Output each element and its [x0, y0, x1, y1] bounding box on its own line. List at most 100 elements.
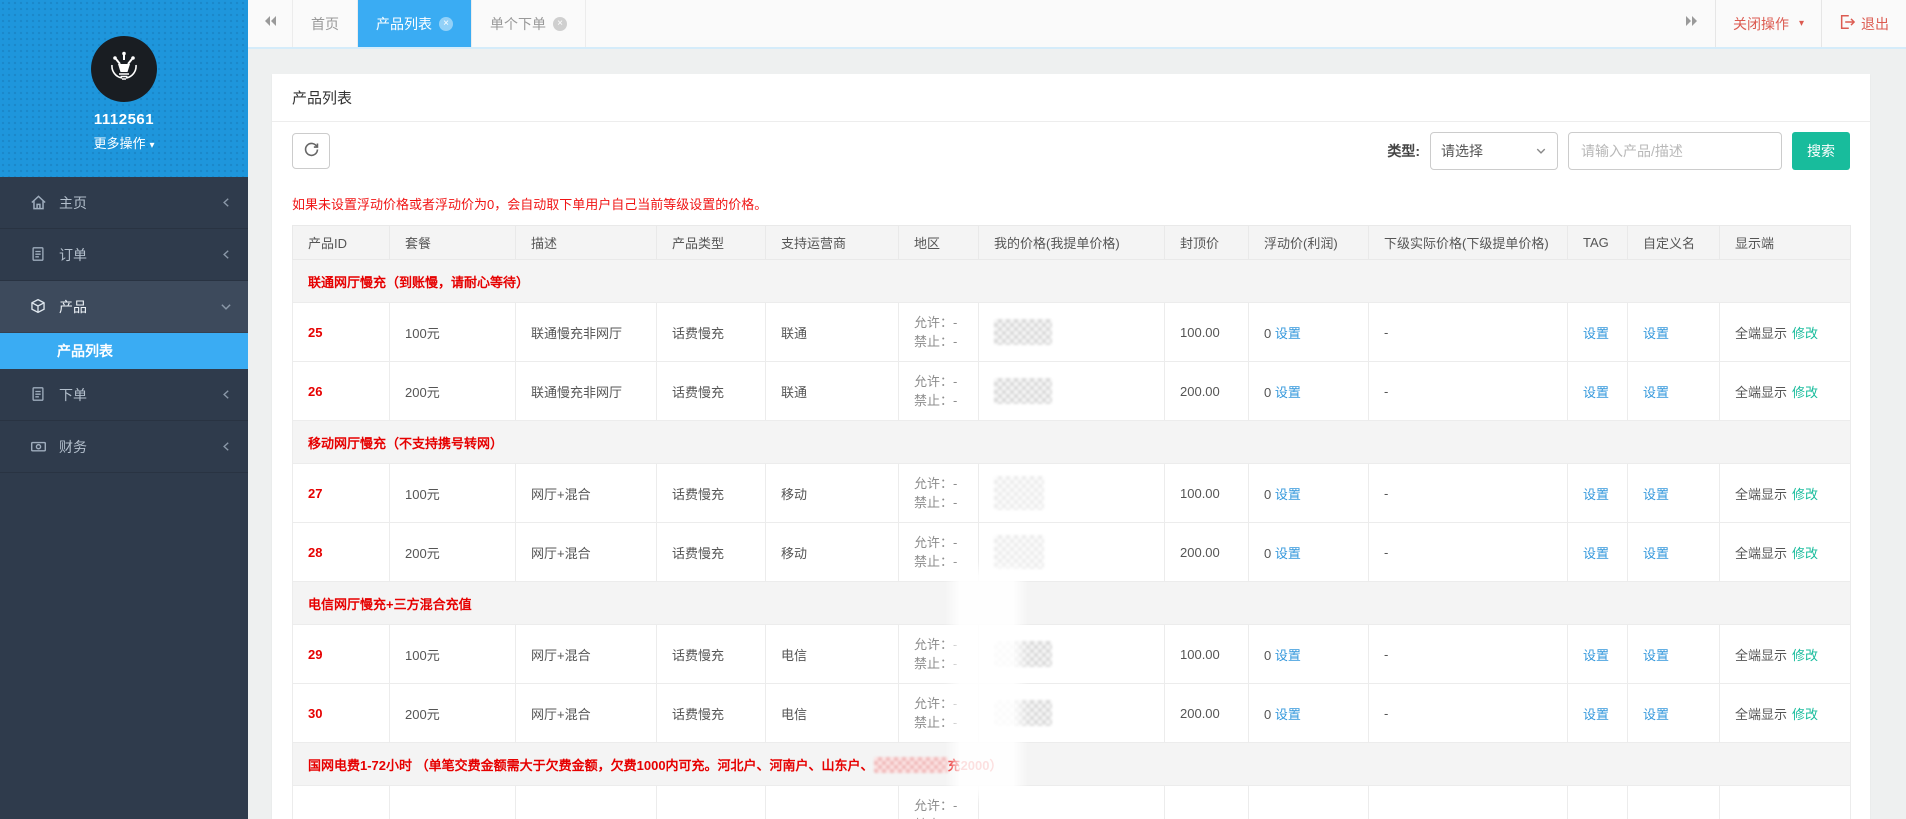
logout-button[interactable]: 退出: [1821, 0, 1906, 47]
region-cell: 允许：- 禁止：-: [898, 522, 979, 582]
content-area: 产品列表 类型: 请选择 请输入产品/描述 搜索 如果未设置浮动价格或者浮动价为…: [248, 49, 1906, 819]
tag-cell: 设置: [1567, 302, 1628, 362]
custom-name-set-link[interactable]: 设置: [1643, 546, 1669, 561]
tab-bar: 首页 产品列表 单个下单 关闭操作 退出: [248, 0, 1906, 49]
modify-display-link[interactable]: 修改: [1792, 487, 1818, 502]
search-button[interactable]: 搜索: [1792, 132, 1850, 170]
cell: [1567, 785, 1628, 819]
close-icon[interactable]: [439, 16, 453, 31]
tag-set-link[interactable]: 设置: [1583, 326, 1609, 341]
more-actions-button[interactable]: 更多操作: [0, 133, 248, 152]
table-row: 27 100元 网厅+混合 话费慢充 移动 允许：- 禁止：- 100.00 0 设置 - 设置 设置…: [292, 463, 1851, 523]
sidebar-item-label: 产品: [59, 298, 87, 315]
tabs: 首页 产品列表 单个下单: [292, 0, 586, 47]
group-row: 电信网厅慢充+三方混合充值: [292, 581, 1851, 625]
close-icon[interactable]: [553, 16, 567, 31]
group-title-suffix: 充2000）: [947, 757, 1003, 773]
scroll-tabs-right-button[interactable]: [1669, 0, 1715, 47]
set-float-link[interactable]: 设置: [1275, 487, 1301, 502]
region-cell: 允许：- 禁止：-: [898, 683, 979, 743]
modify-display-link[interactable]: 修改: [1792, 385, 1818, 400]
sidebar: 1112561 更多操作 主页订单产品产品列表下单财务: [0, 0, 248, 819]
float-price-cell: 0 设置: [1248, 361, 1369, 421]
set-float-link[interactable]: 设置: [1275, 385, 1301, 400]
custom-name-set-link[interactable]: 设置: [1643, 385, 1669, 400]
float-value: 0: [1264, 325, 1275, 341]
custom-name-set-link[interactable]: 设置: [1643, 326, 1669, 341]
column-header: 浮动价(利润): [1248, 225, 1369, 260]
search-input[interactable]: [1568, 132, 1782, 170]
region-cell: 允许：- 禁止：-: [898, 302, 979, 362]
close-actions-dropdown[interactable]: 关闭操作: [1714, 0, 1821, 47]
redacted-price: [994, 319, 1052, 345]
sub-price-cell: -: [1368, 683, 1568, 743]
redacted-price: [994, 378, 1052, 404]
logout-label: 退出: [1861, 15, 1889, 32]
carrier-cell: 联通: [765, 361, 899, 421]
type-select[interactable]: 请选择: [1430, 132, 1558, 170]
tab-单个下单[interactable]: 单个下单: [472, 0, 586, 47]
set-float-link[interactable]: 设置: [1275, 707, 1301, 722]
sidebar-item-products[interactable]: 产品: [0, 281, 248, 333]
set-float-link[interactable]: 设置: [1275, 648, 1301, 663]
tag-set-link[interactable]: 设置: [1583, 385, 1609, 400]
sidebar-item-product-list[interactable]: 产品列表: [0, 333, 248, 369]
cap-price-cell: 200.00: [1164, 683, 1249, 743]
float-price-cell: 0 设置: [1248, 522, 1369, 582]
region-allow: 允许：-: [914, 535, 958, 550]
product-type-cell: 话费慢充: [656, 302, 766, 362]
product-table: 产品ID 套餐 描述 产品类型 支持运营商 地区 我的价格(我提单价格) 封顶价 浮动价(利润)…: [292, 225, 1851, 819]
modify-display-link[interactable]: 修改: [1792, 326, 1818, 341]
my-price-cell: [978, 522, 1165, 582]
tab-首页[interactable]: 首页: [292, 0, 358, 47]
tag-set-link[interactable]: 设置: [1583, 487, 1609, 502]
region-deny: 禁止：-: [914, 334, 958, 349]
modify-display-link[interactable]: 修改: [1792, 648, 1818, 663]
user-id: 1112561: [93, 111, 155, 128]
sidebar-item-label: 财务: [59, 438, 87, 455]
product-id-cell: 28: [292, 522, 390, 582]
sidebar-item-home[interactable]: 主页: [0, 177, 248, 229]
desc-cell: 联通慢充非网厅: [515, 361, 657, 421]
cell: [1248, 785, 1369, 819]
sidebar-item-label: 订单: [59, 246, 87, 263]
column-header: 描述: [515, 225, 657, 260]
custom-name-set-link[interactable]: 设置: [1643, 648, 1669, 663]
tag-cell: 设置: [1567, 463, 1628, 523]
display-value: 全端显示: [1735, 706, 1788, 722]
tab-产品列表[interactable]: 产品列表: [358, 0, 472, 47]
redacted-price: [994, 700, 1052, 726]
table-header-row: 产品ID 套餐 描述 产品类型 支持运营商 地区 我的价格(我提单价格) 封顶价 浮动价(利润)…: [292, 225, 1851, 260]
package-cell: 100元: [389, 463, 516, 523]
custom-name-set-link[interactable]: 设置: [1643, 707, 1669, 722]
file-icon: [30, 246, 48, 264]
custom-name-set-link[interactable]: 设置: [1643, 487, 1669, 502]
tag-set-link[interactable]: 设置: [1583, 648, 1609, 663]
redacted-price: [994, 641, 1052, 667]
tab-bar-right: 关闭操作 退出: [1669, 0, 1906, 47]
my-price-cell: [978, 463, 1165, 523]
cap-price-cell: 100.00: [1164, 624, 1249, 684]
sidebar-item-label: 产品列表: [57, 343, 113, 359]
set-float-link[interactable]: 设置: [1275, 326, 1301, 341]
file-icon: [30, 386, 48, 404]
float-value: 0: [1264, 486, 1275, 502]
sidebar-item-label: 下单: [59, 386, 87, 403]
tag-set-link[interactable]: 设置: [1583, 707, 1609, 722]
modify-display-link[interactable]: 修改: [1792, 707, 1818, 722]
sidebar-item-finance[interactable]: 财务: [0, 421, 248, 473]
modify-display-link[interactable]: 修改: [1792, 546, 1818, 561]
money-icon: [30, 438, 48, 456]
sidebar-item-place-order[interactable]: 下单: [0, 369, 248, 421]
region-allow: 允许：-: [914, 798, 958, 813]
sidebar-header: 1112561 更多操作: [0, 0, 248, 177]
region-deny: 禁止：-: [914, 815, 970, 819]
package-cell: 100元: [389, 624, 516, 684]
product-list-panel: 产品列表 类型: 请选择 请输入产品/描述 搜索 如果未设置浮动价格或者浮动价为…: [272, 74, 1870, 819]
scroll-tabs-left-button[interactable]: [248, 0, 292, 47]
sidebar-item-orders[interactable]: 订单: [0, 229, 248, 281]
tag-set-link[interactable]: 设置: [1583, 546, 1609, 561]
refresh-button[interactable]: [292, 133, 330, 169]
product-type-cell: 话费慢充: [656, 624, 766, 684]
set-float-link[interactable]: 设置: [1275, 546, 1301, 561]
